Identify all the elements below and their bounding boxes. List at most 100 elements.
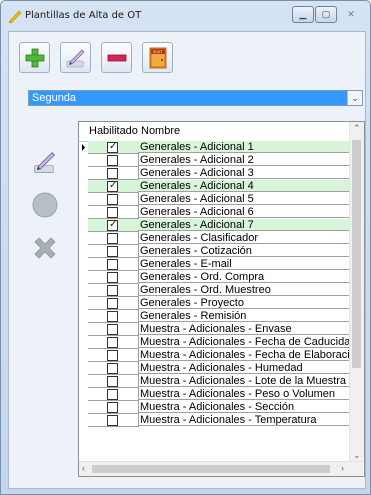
scroll-down-icon[interactable]: ⌄ xyxy=(353,450,361,461)
habilitado-cell xyxy=(88,388,139,401)
edit-button[interactable] xyxy=(60,42,91,73)
habilitado-cell xyxy=(88,323,139,336)
minimize-button[interactable]: ▁ xyxy=(292,6,314,23)
nombre-cell: Muestra - Adicionales - Temperatura xyxy=(138,414,350,426)
habilitado-checkbox[interactable] xyxy=(107,233,118,244)
habilitado-checkbox[interactable]: ✓ xyxy=(107,180,118,192)
row-indicator xyxy=(79,414,88,427)
table-row[interactable]: Muestra - Adicionales - Fecha de Elabora… xyxy=(79,349,350,362)
habilitado-checkbox[interactable] xyxy=(107,272,118,283)
exit-button[interactable]: EXIT xyxy=(142,42,173,73)
habilitado-checkbox[interactable] xyxy=(107,324,118,335)
title-bar[interactable]: Plantillas de Alta de OT ▁ ▢ ✕ xyxy=(1,1,370,31)
table-row[interactable]: Generales - Adicional 5 xyxy=(79,193,350,206)
row-indicator xyxy=(79,310,88,323)
habilitado-checkbox[interactable] xyxy=(107,363,118,374)
window-title: Plantillas de Alta de OT xyxy=(25,10,142,21)
habilitado-cell xyxy=(88,271,139,284)
nombre-cell: Generales - Ord. Muestreo xyxy=(138,284,350,296)
habilitado-cell xyxy=(88,284,139,297)
table-row[interactable]: Generales - E-mail xyxy=(79,258,350,271)
habilitado-checkbox[interactable] xyxy=(107,311,118,322)
row-edit-button[interactable] xyxy=(27,144,63,180)
table-row[interactable]: Generales - Adicional 2 xyxy=(79,154,350,167)
table-row[interactable]: Muestra - Adicionales - Peso o Volumen xyxy=(79,388,350,401)
minimize-icon: ▁ xyxy=(299,9,307,19)
table-row[interactable]: Generales - Ord. Compra xyxy=(79,271,350,284)
habilitado-cell xyxy=(88,349,139,362)
scroll-left-icon[interactable]: ‹ xyxy=(82,463,85,473)
row-indicator xyxy=(79,284,88,297)
habilitado-checkbox[interactable] xyxy=(107,194,118,205)
nombre-cell: Generales - Adicional 7 xyxy=(138,219,350,231)
habilitado-checkbox[interactable]: ✓ xyxy=(107,219,118,231)
add-button[interactable] xyxy=(19,42,50,73)
habilitado-checkbox[interactable] xyxy=(107,389,118,400)
row-delete-button[interactable] xyxy=(27,230,63,266)
table-row[interactable]: Muestra - Adicionales - Temperatura xyxy=(79,414,350,427)
template-select-value: Segunda xyxy=(32,92,77,104)
column-header-nombre[interactable]: Nombre xyxy=(141,125,180,137)
horizontal-scroll-thumb[interactable] xyxy=(92,465,330,473)
habilitado-cell xyxy=(88,375,139,388)
maximize-button[interactable]: ▢ xyxy=(315,6,337,23)
table-row[interactable]: Generales - Adicional 6 xyxy=(79,206,350,219)
template-select[interactable]: Segunda ⌄ xyxy=(28,90,363,106)
vertical-scroll-thumb[interactable] xyxy=(352,140,361,368)
habilitado-checkbox[interactable]: ✓ xyxy=(107,141,118,153)
nombre-cell: Generales - Adicional 5 xyxy=(138,193,350,205)
table-row[interactable]: ✓ Generales - Adicional 7 xyxy=(79,219,350,232)
row-indicator xyxy=(79,297,88,310)
habilitado-checkbox[interactable] xyxy=(107,207,118,218)
habilitado-checkbox[interactable] xyxy=(107,155,118,166)
remove-button[interactable] xyxy=(101,42,132,73)
table-row[interactable]: Generales - Ord. Muestreo xyxy=(79,284,350,297)
habilitado-checkbox[interactable] xyxy=(107,402,118,413)
habilitado-checkbox[interactable] xyxy=(107,376,118,387)
table-row[interactable]: ✓ Generales - Adicional 1 xyxy=(79,141,350,154)
habilitado-checkbox[interactable] xyxy=(107,337,118,348)
column-header-habilitado[interactable]: Habilitado xyxy=(89,125,138,137)
vertical-scrollbar[interactable]: ⌃ ⌄ xyxy=(349,122,364,463)
row-indicator xyxy=(79,180,88,193)
nombre-cell: Generales - Adicional 6 xyxy=(138,206,350,218)
table-row[interactable]: Muestra - Adicionales - Lote de la Muest… xyxy=(79,375,350,388)
habilitado-checkbox[interactable] xyxy=(107,246,118,257)
habilitado-checkbox[interactable] xyxy=(107,298,118,309)
table-row[interactable]: Generales - Cotización xyxy=(79,245,350,258)
habilitado-cell xyxy=(88,232,139,245)
row-toggle-button[interactable] xyxy=(27,187,63,223)
close-button[interactable]: ✕ xyxy=(340,6,362,23)
nombre-cell: Muestra - Adicionales - Fecha de Caducid… xyxy=(138,336,350,348)
table-row[interactable]: Muestra - Adicionales - Fecha de Caducid… xyxy=(79,336,350,349)
app-window: Plantillas de Alta de OT ▁ ▢ ✕ EXIT Segu… xyxy=(0,0,371,495)
close-icon: ✕ xyxy=(347,9,355,19)
scroll-up-icon[interactable]: ⌃ xyxy=(353,123,361,134)
table-row[interactable]: ✓ Generales - Adicional 4 xyxy=(79,180,350,193)
habilitado-checkbox[interactable] xyxy=(107,415,118,426)
row-indicator xyxy=(79,154,88,167)
table-row[interactable]: Generales - Proyecto xyxy=(79,297,350,310)
table-row[interactable]: Generales - Remisión xyxy=(79,310,350,323)
habilitado-cell xyxy=(88,336,139,349)
habilitado-cell xyxy=(88,258,139,271)
habilitado-checkbox[interactable] xyxy=(107,350,118,361)
habilitado-checkbox[interactable] xyxy=(107,168,118,179)
table-row[interactable]: Muestra - Adicionales - Sección xyxy=(79,401,350,414)
scroll-right-icon[interactable]: › xyxy=(341,463,344,473)
nombre-cell: Generales - Adicional 2 xyxy=(138,154,350,166)
maximize-icon: ▢ xyxy=(321,9,331,19)
table-row[interactable]: Muestra - Adicionales - Humedad xyxy=(79,362,350,375)
habilitado-checkbox[interactable] xyxy=(107,259,118,270)
client-area: EXIT Segunda ⌄ Habilitado Nombre ✓ Gener… xyxy=(8,31,366,489)
table-row[interactable]: Muestra - Adicionales - Envase xyxy=(79,323,350,336)
row-indicator xyxy=(79,232,88,245)
habilitado-checkbox[interactable] xyxy=(107,285,118,296)
table-row[interactable]: Generales - Clasificador xyxy=(79,232,350,245)
templates-grid[interactable]: Habilitado Nombre ✓ Generales - Adicional… xyxy=(78,121,365,477)
chevron-down-icon[interactable]: ⌄ xyxy=(347,91,362,105)
habilitado-cell xyxy=(88,414,139,427)
horizontal-scrollbar[interactable]: ‹ › xyxy=(79,461,363,476)
plus-icon xyxy=(25,48,44,67)
table-row[interactable]: Generales - Adicional 3 xyxy=(79,167,350,180)
